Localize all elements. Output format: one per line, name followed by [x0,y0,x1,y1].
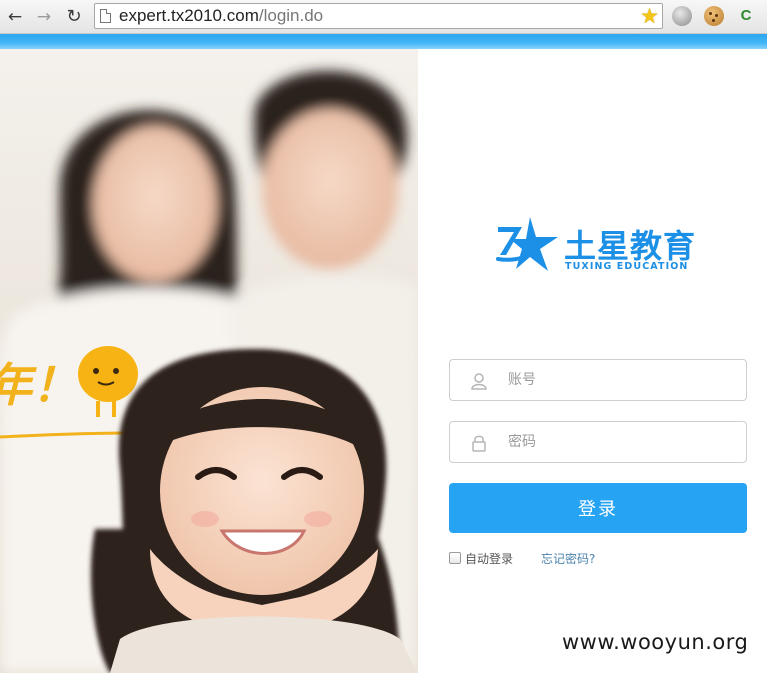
site-top-bar [0,34,767,49]
url-host: expert.tx2010.com [119,6,259,25]
login-panel: 土星教育 TUXING EDUCATION 登录 自动登录 忘记密码? [418,49,767,673]
browser-toolbar: ← → ↻ expert.tx2010.com/login.do ★ C [0,0,767,34]
logo-english-text: TUXING EDUCATION [565,261,689,272]
c-extension-icon[interactable]: C [736,6,756,26]
tuxing-logo: 土星教育 TUXING EDUCATION [496,213,706,279]
forgot-password-link[interactable]: 忘记密码? [541,550,595,567]
banner-photo: 年！ [0,49,418,673]
username-field[interactable] [449,359,747,401]
family-photo-illustration: 年！ [0,70,418,673]
auto-login-checkbox[interactable] [449,552,461,564]
reload-icon[interactable]: ↻ [63,6,85,28]
password-input[interactable] [508,430,728,454]
auto-login-label: 自动登录 [465,551,514,566]
tuxing-tx-logo-icon [496,217,558,271]
user-icon [471,373,487,390]
login-button[interactable]: 登录 [449,483,747,533]
slogan-fragment: 年！ [0,358,78,412]
lock-icon [472,435,486,452]
watermark: www.wooyun.org [562,630,749,654]
back-arrow-icon[interactable]: ← [4,6,26,28]
auto-login-option[interactable]: 自动登录 [449,550,513,566]
password-field[interactable] [449,421,747,463]
address-bar[interactable]: expert.tx2010.com/login.do ★ [94,3,663,29]
globe-extension-icon[interactable] [672,6,692,26]
url-text[interactable]: expert.tx2010.com/login.do [119,6,323,26]
page-icon [100,9,111,23]
forward-arrow-icon[interactable]: → [33,6,55,28]
username-input[interactable] [508,368,728,392]
url-path: /login.do [258,6,324,25]
cookie-extension-icon[interactable] [704,6,724,26]
bookmark-star-icon[interactable]: ★ [640,4,659,28]
